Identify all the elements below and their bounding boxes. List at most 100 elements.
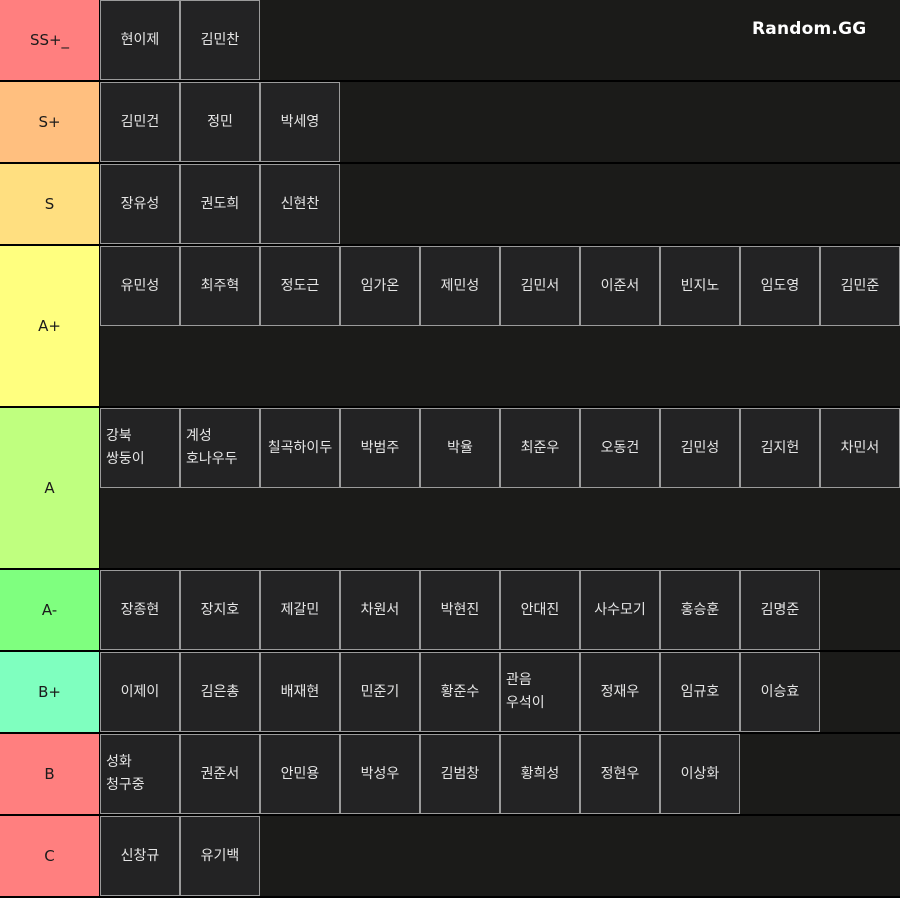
tier-item-label: 홍승훈 <box>680 601 720 618</box>
tier-item[interactable]: 박현진 <box>420 570 500 650</box>
tier-item[interactable]: 임도영 <box>740 246 820 326</box>
tier-item[interactable]: 차민서 <box>820 408 900 488</box>
tier-item-label: 차원서 <box>360 601 400 618</box>
tier-item[interactable]: 현이제 <box>100 0 180 80</box>
tier-items-area[interactable]: 신창규 유기백 <box>100 816 900 896</box>
tier-item-label: 관음 우석이 <box>506 672 545 711</box>
tier-row: A- 장종현 장지호 제갈민 차원서 박현진 안대진 사수모기 홍승훈 김명준 <box>0 570 900 652</box>
tier-item[interactable]: 김명준 <box>740 570 820 650</box>
tier-item-label: 이승효 <box>760 683 800 700</box>
tier-item[interactable]: 민준기 <box>340 652 420 732</box>
tier-item-label: 임가온 <box>360 277 400 294</box>
tier-item[interactable]: 성화 청구중 <box>100 734 180 814</box>
tier-item[interactable]: 계성 호나우두 <box>180 408 260 488</box>
tier-label[interactable]: A <box>0 408 100 568</box>
tier-items-area[interactable]: 현이제 김민찬 <box>100 0 900 80</box>
tier-items-area[interactable]: 유민성 최주혁 정도근 임가온 제민성 김민서 이준서 빈지노 임도영 김민준 <box>100 246 900 406</box>
tier-item[interactable]: 최준우 <box>500 408 580 488</box>
tier-item[interactable]: 유기백 <box>180 816 260 896</box>
tier-item[interactable]: 최주혁 <box>180 246 260 326</box>
tier-label[interactable]: A- <box>0 570 100 650</box>
tier-item[interactable]: 강북 쌍둥이 <box>100 408 180 488</box>
tier-item-label: 정재우 <box>600 683 640 700</box>
tier-item-label: 배재현 <box>280 683 320 700</box>
tier-item-label: 사수모기 <box>594 601 646 618</box>
tier-items-area[interactable]: 이제이 김은총 배재현 민준기 황준수 관음 우석이 정재우 임규호 이승효 <box>100 652 900 732</box>
tier-item[interactable]: 박범주 <box>340 408 420 488</box>
tier-items-area[interactable]: 장종현 장지호 제갈민 차원서 박현진 안대진 사수모기 홍승훈 김명준 <box>100 570 900 650</box>
tier-item[interactable]: 신현찬 <box>260 164 340 244</box>
tier-item[interactable]: 이제이 <box>100 652 180 732</box>
tier-row: C 신창규 유기백 <box>0 816 900 898</box>
tier-item[interactable]: 장유성 <box>100 164 180 244</box>
tier-item[interactable]: 박성우 <box>340 734 420 814</box>
tier-item[interactable]: 정도근 <box>260 246 340 326</box>
tier-items-area[interactable]: 강북 쌍둥이 계성 호나우두 칠곡하이두 박범주 박율 최준우 오동건 김민성 김지헌 차민서 <box>100 408 900 568</box>
tier-item[interactable]: 임가온 <box>340 246 420 326</box>
tier-item-label: 정도근 <box>280 277 320 294</box>
tier-item[interactable]: 칠곡하이두 <box>260 408 340 488</box>
tier-item-label: 박현진 <box>440 601 480 618</box>
tier-item-label: 제민성 <box>440 277 480 294</box>
tier-item-label: 신현찬 <box>280 195 320 212</box>
tier-item[interactable]: 김민건 <box>100 82 180 162</box>
tier-label[interactable]: S+ <box>0 82 100 162</box>
tier-item-label: 장유성 <box>120 195 160 212</box>
tier-label[interactable]: A+ <box>0 246 100 406</box>
tier-item[interactable]: 김민준 <box>820 246 900 326</box>
tier-item[interactable]: 홍승훈 <box>660 570 740 650</box>
tier-item[interactable]: 제갈민 <box>260 570 340 650</box>
tier-item[interactable]: 이승효 <box>740 652 820 732</box>
tier-item[interactable]: 박세영 <box>260 82 340 162</box>
tier-label[interactable]: S <box>0 164 100 244</box>
tier-item[interactable]: 정재우 <box>580 652 660 732</box>
tier-item[interactable]: 신창규 <box>100 816 180 896</box>
tier-item[interactable]: 박율 <box>420 408 500 488</box>
tier-item-label: 권준서 <box>200 765 240 782</box>
tier-item[interactable]: 유민성 <box>100 246 180 326</box>
tier-label[interactable]: B <box>0 734 100 814</box>
tier-item-label: 이제이 <box>120 683 160 700</box>
tier-item-label: 성화 청구중 <box>106 754 145 793</box>
tier-item[interactable]: 김은총 <box>180 652 260 732</box>
tier-item[interactable]: 김민서 <box>500 246 580 326</box>
tier-items-area[interactable]: 성화 청구중 권준서 안민용 박성우 김범창 황희성 정현우 이상화 <box>100 734 900 814</box>
tier-item[interactable]: 장지호 <box>180 570 260 650</box>
tier-item[interactable]: 김지헌 <box>740 408 820 488</box>
tier-item-label: 유기백 <box>200 847 240 864</box>
tier-item[interactable]: 정현우 <box>580 734 660 814</box>
tier-item[interactable]: 배재현 <box>260 652 340 732</box>
tier-label[interactable]: C <box>0 816 100 896</box>
tier-item[interactable]: 황희성 <box>500 734 580 814</box>
tier-item[interactable]: 정민 <box>180 82 260 162</box>
tier-row: B 성화 청구중 권준서 안민용 박성우 김범창 황희성 정현우 이상화 <box>0 734 900 816</box>
tier-items-area[interactable]: 장유성 권도희 신현찬 <box>100 164 900 244</box>
tier-item[interactable]: 오동건 <box>580 408 660 488</box>
tier-label[interactable]: B+ <box>0 652 100 732</box>
tier-item[interactable]: 김민찬 <box>180 0 260 80</box>
tier-item[interactable]: 제민성 <box>420 246 500 326</box>
tier-item-label: 안대진 <box>520 601 560 618</box>
tier-item[interactable]: 임규호 <box>660 652 740 732</box>
tier-item-label: 이상화 <box>680 765 720 782</box>
tier-item[interactable]: 이준서 <box>580 246 660 326</box>
tier-item[interactable]: 김민성 <box>660 408 740 488</box>
tier-item[interactable]: 사수모기 <box>580 570 660 650</box>
tier-items-area[interactable]: 김민건 정민 박세영 <box>100 82 900 162</box>
tier-item[interactable]: 권준서 <box>180 734 260 814</box>
tier-item-label: 정현우 <box>600 765 640 782</box>
tier-item[interactable]: 권도희 <box>180 164 260 244</box>
tier-item[interactable]: 이상화 <box>660 734 740 814</box>
tier-item-label: 박세영 <box>280 113 320 130</box>
tier-item-label: 이준서 <box>600 277 640 294</box>
tier-item[interactable]: 안민용 <box>260 734 340 814</box>
tier-item-label: 임도영 <box>760 277 800 294</box>
tier-item[interactable]: 관음 우석이 <box>500 652 580 732</box>
tier-item[interactable]: 빈지노 <box>660 246 740 326</box>
tier-item[interactable]: 장종현 <box>100 570 180 650</box>
tier-item[interactable]: 황준수 <box>420 652 500 732</box>
tier-item[interactable]: 차원서 <box>340 570 420 650</box>
tier-label[interactable]: SS+_ <box>0 0 100 80</box>
tier-item[interactable]: 김범창 <box>420 734 500 814</box>
tier-item[interactable]: 안대진 <box>500 570 580 650</box>
